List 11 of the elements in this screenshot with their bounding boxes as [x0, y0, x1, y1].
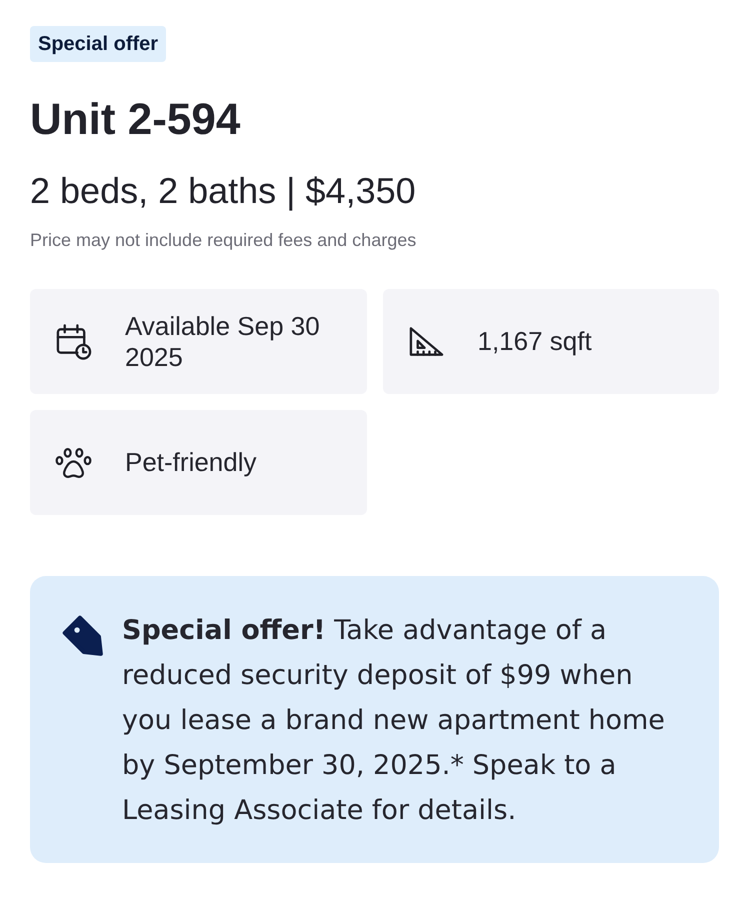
tag-icon — [62, 615, 103, 656]
feature-text: Available Sep 30 2025 — [125, 310, 321, 372]
calendar-clock-icon — [55, 322, 92, 360]
unit-summary: 2 beds, 2 baths | $4,350 — [30, 169, 417, 212]
unit-title: Unit 2-594 — [30, 94, 242, 146]
price-disclaimer: Price may not include required fees and charges — [30, 229, 418, 251]
feature-text: 1,167 sqft — [478, 326, 592, 357]
paw-print-icon — [55, 446, 92, 478]
feature-text: Pet-friendly — [125, 447, 256, 478]
special-offer-badge: Special offer — [30, 26, 166, 62]
offer-text: Special offer! Take advantage of a reduced security deposit of $99 when you lease a brand new apartment home by September 30, 2025.* Speak to a Leasing Associate for details. — [122, 614, 666, 828]
